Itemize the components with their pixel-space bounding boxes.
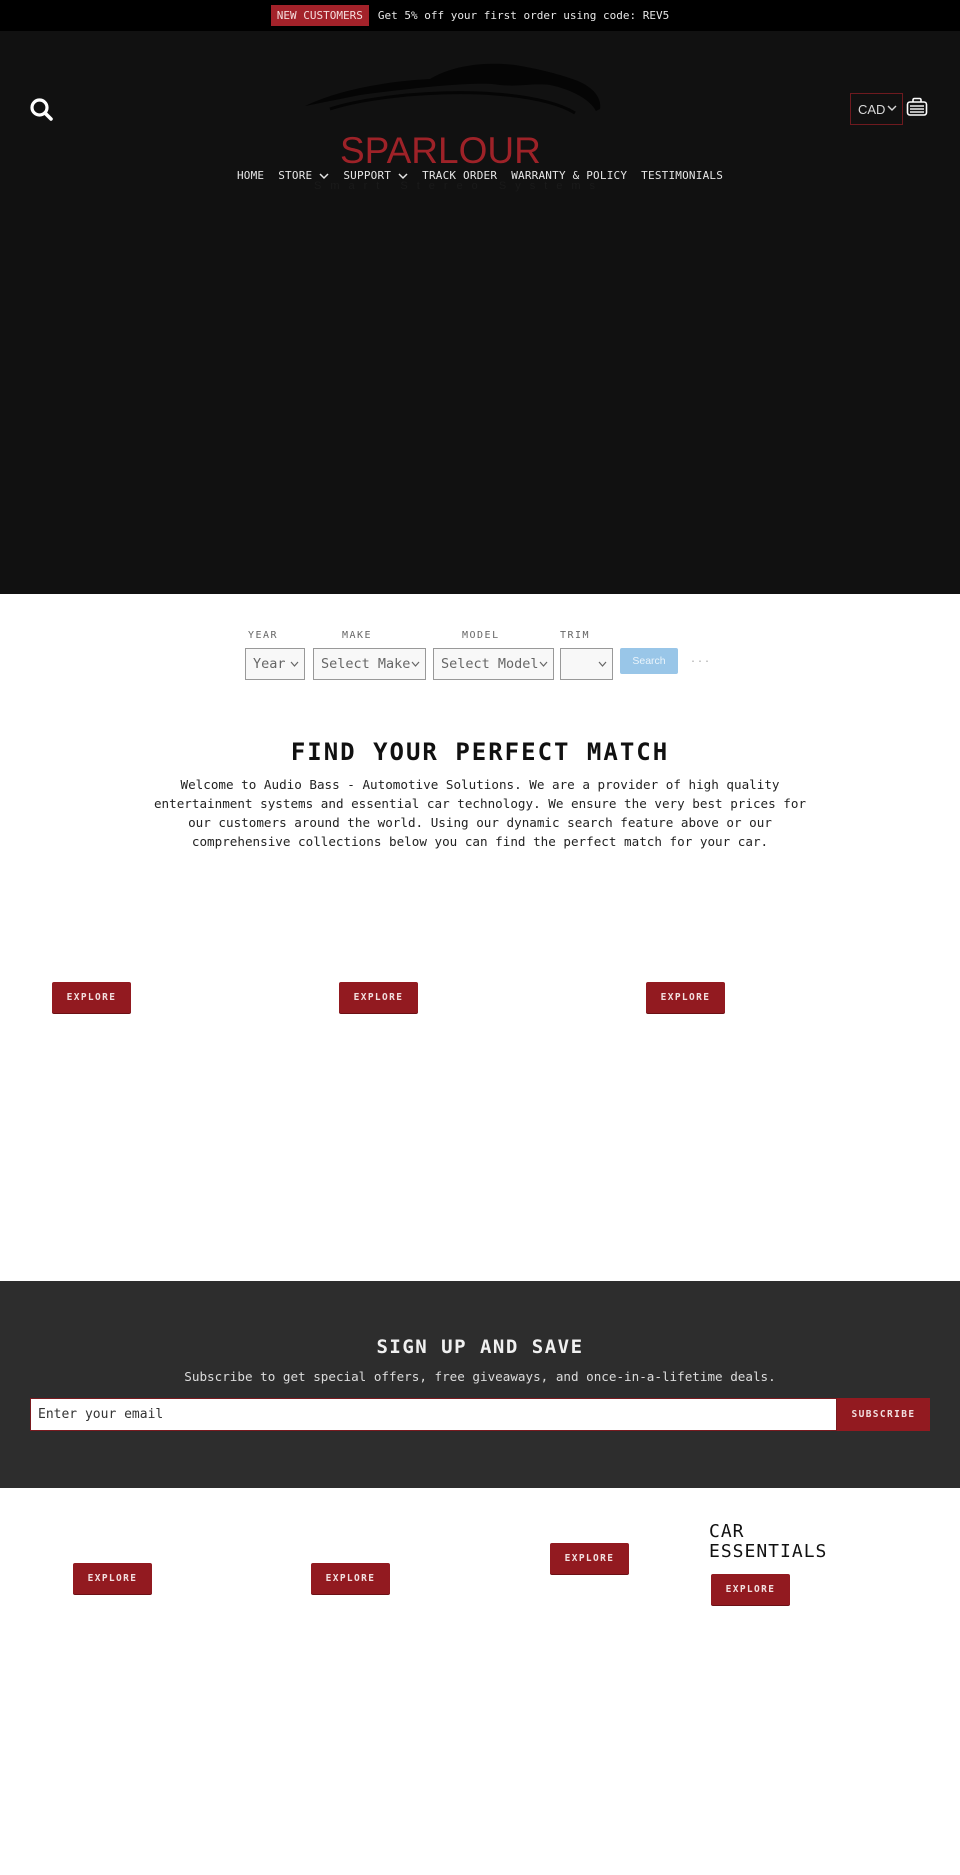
intro-body: Welcome to Audio Bass - Automotive Solut… xyxy=(153,777,807,849)
email-input[interactable] xyxy=(30,1398,837,1431)
nav-label: SUPPORT xyxy=(343,169,392,182)
model-select-value: Select Model xyxy=(441,656,539,672)
intro-title: FIND YOUR PERFECT MATCH xyxy=(290,738,670,766)
model-select[interactable]: Select Model xyxy=(433,648,554,680)
announcement-bar: NEW CUSTOMERS Get 5% off your first orde… xyxy=(0,0,960,31)
nav-item-testimonials[interactable]: TESTIMONIALS xyxy=(634,169,730,182)
year-select[interactable]: Year xyxy=(245,648,305,680)
currency-value: CAD xyxy=(858,101,886,117)
new-customers-badge: NEW CUSTOMERS xyxy=(270,5,369,26)
explore-button[interactable]: EXPLORE xyxy=(711,1574,790,1605)
newsletter-section: SIGN UP AND SAVE Subscribe to get specia… xyxy=(0,1281,960,1488)
make-label: MAKE xyxy=(342,630,373,641)
explore-button[interactable]: EXPLORE xyxy=(550,1543,629,1574)
chevron-down-icon xyxy=(539,661,548,667)
nav-label: HOME xyxy=(236,169,265,182)
chevron-down-icon xyxy=(411,661,420,667)
nav-label: TESTIMONIALS xyxy=(641,169,724,182)
nav-item-home[interactable]: HOME xyxy=(230,169,271,182)
search-icon xyxy=(30,98,53,121)
chevron-down-icon xyxy=(290,661,299,667)
site-header: SPARLOUR Smart Stereo Systems. CAD HOME … xyxy=(0,31,960,594)
make-select-value: Select Make xyxy=(321,656,411,672)
explore-button[interactable]: EXPLORE xyxy=(339,982,418,1013)
currency-select[interactable]: CAD xyxy=(850,93,903,125)
cart-button[interactable] xyxy=(906,97,928,117)
announcement-message: Get 5% off your first order using code: … xyxy=(377,9,670,22)
explore-button[interactable]: EXPLORE xyxy=(52,982,131,1013)
subscribe-button[interactable]: SUBSCRIBE xyxy=(837,1398,930,1431)
collection-title-car-essentials: CAR ESSENTIALS xyxy=(709,1521,828,1562)
chevron-down-icon xyxy=(598,661,607,667)
nav-label: TRACK ORDER xyxy=(422,169,498,182)
trim-select[interactable] xyxy=(560,648,613,680)
explore-button[interactable]: EXPLORE xyxy=(73,1563,152,1594)
make-select[interactable]: Select Make xyxy=(313,648,426,680)
newsletter-title: SIGN UP AND SAVE xyxy=(376,1336,584,1358)
nav-item-warranty-policy[interactable]: WARRANTY & POLICY xyxy=(504,169,634,182)
chevron-down-icon xyxy=(398,172,408,179)
cart-icon xyxy=(906,97,928,116)
search-button[interactable] xyxy=(29,97,55,123)
newsletter-subtitle: Subscribe to get special offers, free gi… xyxy=(184,1369,776,1384)
chevron-down-icon xyxy=(887,105,897,111)
nav-item-support[interactable]: SUPPORT xyxy=(336,169,415,182)
trim-label: TRIM xyxy=(560,630,591,641)
explore-button[interactable]: EXPLORE xyxy=(311,1563,390,1594)
year-select-value: Year xyxy=(253,656,286,672)
nav-item-store[interactable]: STORE xyxy=(271,169,336,182)
year-label: YEAR xyxy=(248,630,279,641)
main-nav: HOME STORE SUPPORT TRACK ORDER WARRANTY … xyxy=(0,169,960,182)
chevron-down-icon xyxy=(319,172,329,179)
nav-item-track-order[interactable]: TRACK ORDER xyxy=(415,169,504,182)
model-label: MODEL xyxy=(462,630,500,641)
nav-label: WARRANTY & POLICY xyxy=(511,169,628,182)
vehicle-search-button[interactable]: Search xyxy=(620,648,678,674)
explore-button[interactable]: EXPLORE xyxy=(646,982,725,1013)
more-options-icon[interactable]: ... xyxy=(690,654,711,665)
brand-name: SPARLOUR xyxy=(340,130,541,171)
nav-label: STORE xyxy=(278,169,313,182)
